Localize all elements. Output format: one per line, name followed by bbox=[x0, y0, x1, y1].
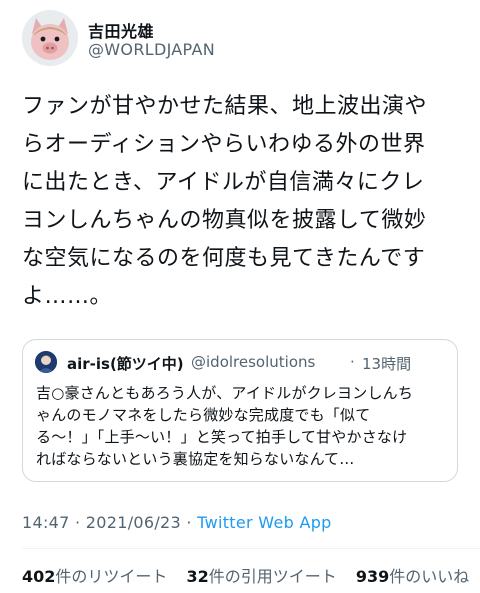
likes-stat[interactable]: 939件のいいね bbox=[356, 567, 469, 586]
retweets-stat[interactable]: 402件のリツイート bbox=[22, 567, 167, 586]
tweet-date[interactable]: 2021/06/23 bbox=[86, 513, 181, 532]
tweet-metadata: 14:47 · 2021/06/23 · Twitter Web App bbox=[22, 513, 332, 532]
author-avatar[interactable] bbox=[22, 10, 78, 66]
quotes-count: 32 bbox=[186, 567, 209, 586]
divider bbox=[22, 548, 480, 549]
quoted-avatar-image bbox=[35, 351, 57, 373]
meta-separator: · bbox=[181, 513, 198, 532]
quoted-separator: · bbox=[350, 353, 355, 371]
quoted-tweet-text: 吉○豪さんともあろう人が、アイドルがクレヨンしんち ゃんのモノマネをしたら微妙な… bbox=[36, 384, 414, 468]
author-handle[interactable]: @WORLDJAPAN bbox=[88, 40, 215, 59]
quoted-tweet-time[interactable]: 13時間 bbox=[362, 353, 411, 374]
quoted-author-display-name: air-is(節ツイ中) bbox=[67, 355, 184, 373]
retweets-label: 件のリツイート bbox=[55, 567, 168, 586]
quoted-tweet-card[interactable]: air-is(節ツイ中) @idolresolutions · 13時間 吉○豪… bbox=[22, 339, 458, 482]
author-display-name[interactable]: 吉田光雄 bbox=[88, 18, 154, 42]
quotes-stat[interactable]: 32件の引用ツイート bbox=[187, 567, 337, 586]
tweet-source-link[interactable]: Twitter Web App bbox=[197, 513, 331, 532]
tweet-time[interactable]: 14:47 bbox=[22, 513, 70, 532]
meta-separator: · bbox=[69, 513, 86, 532]
likes-label: 件のいいね bbox=[389, 567, 470, 586]
engagement-stats: 402件のリツイート 32件の引用ツイート 939件のいいね bbox=[22, 563, 480, 587]
retweets-count: 402 bbox=[22, 567, 56, 586]
quoted-author-avatar bbox=[35, 351, 57, 373]
quotes-label: 件の引用ツイート bbox=[208, 567, 337, 586]
likes-count: 939 bbox=[355, 567, 390, 586]
quoted-author-handle: @idolresolutions bbox=[191, 353, 316, 371]
tweet-text: ファンが甘やかせた結果、地上波出演や らオーディションやらいわゆる外の世界 に出… bbox=[22, 94, 428, 309]
pig-mascot-avatar-image bbox=[22, 10, 78, 66]
